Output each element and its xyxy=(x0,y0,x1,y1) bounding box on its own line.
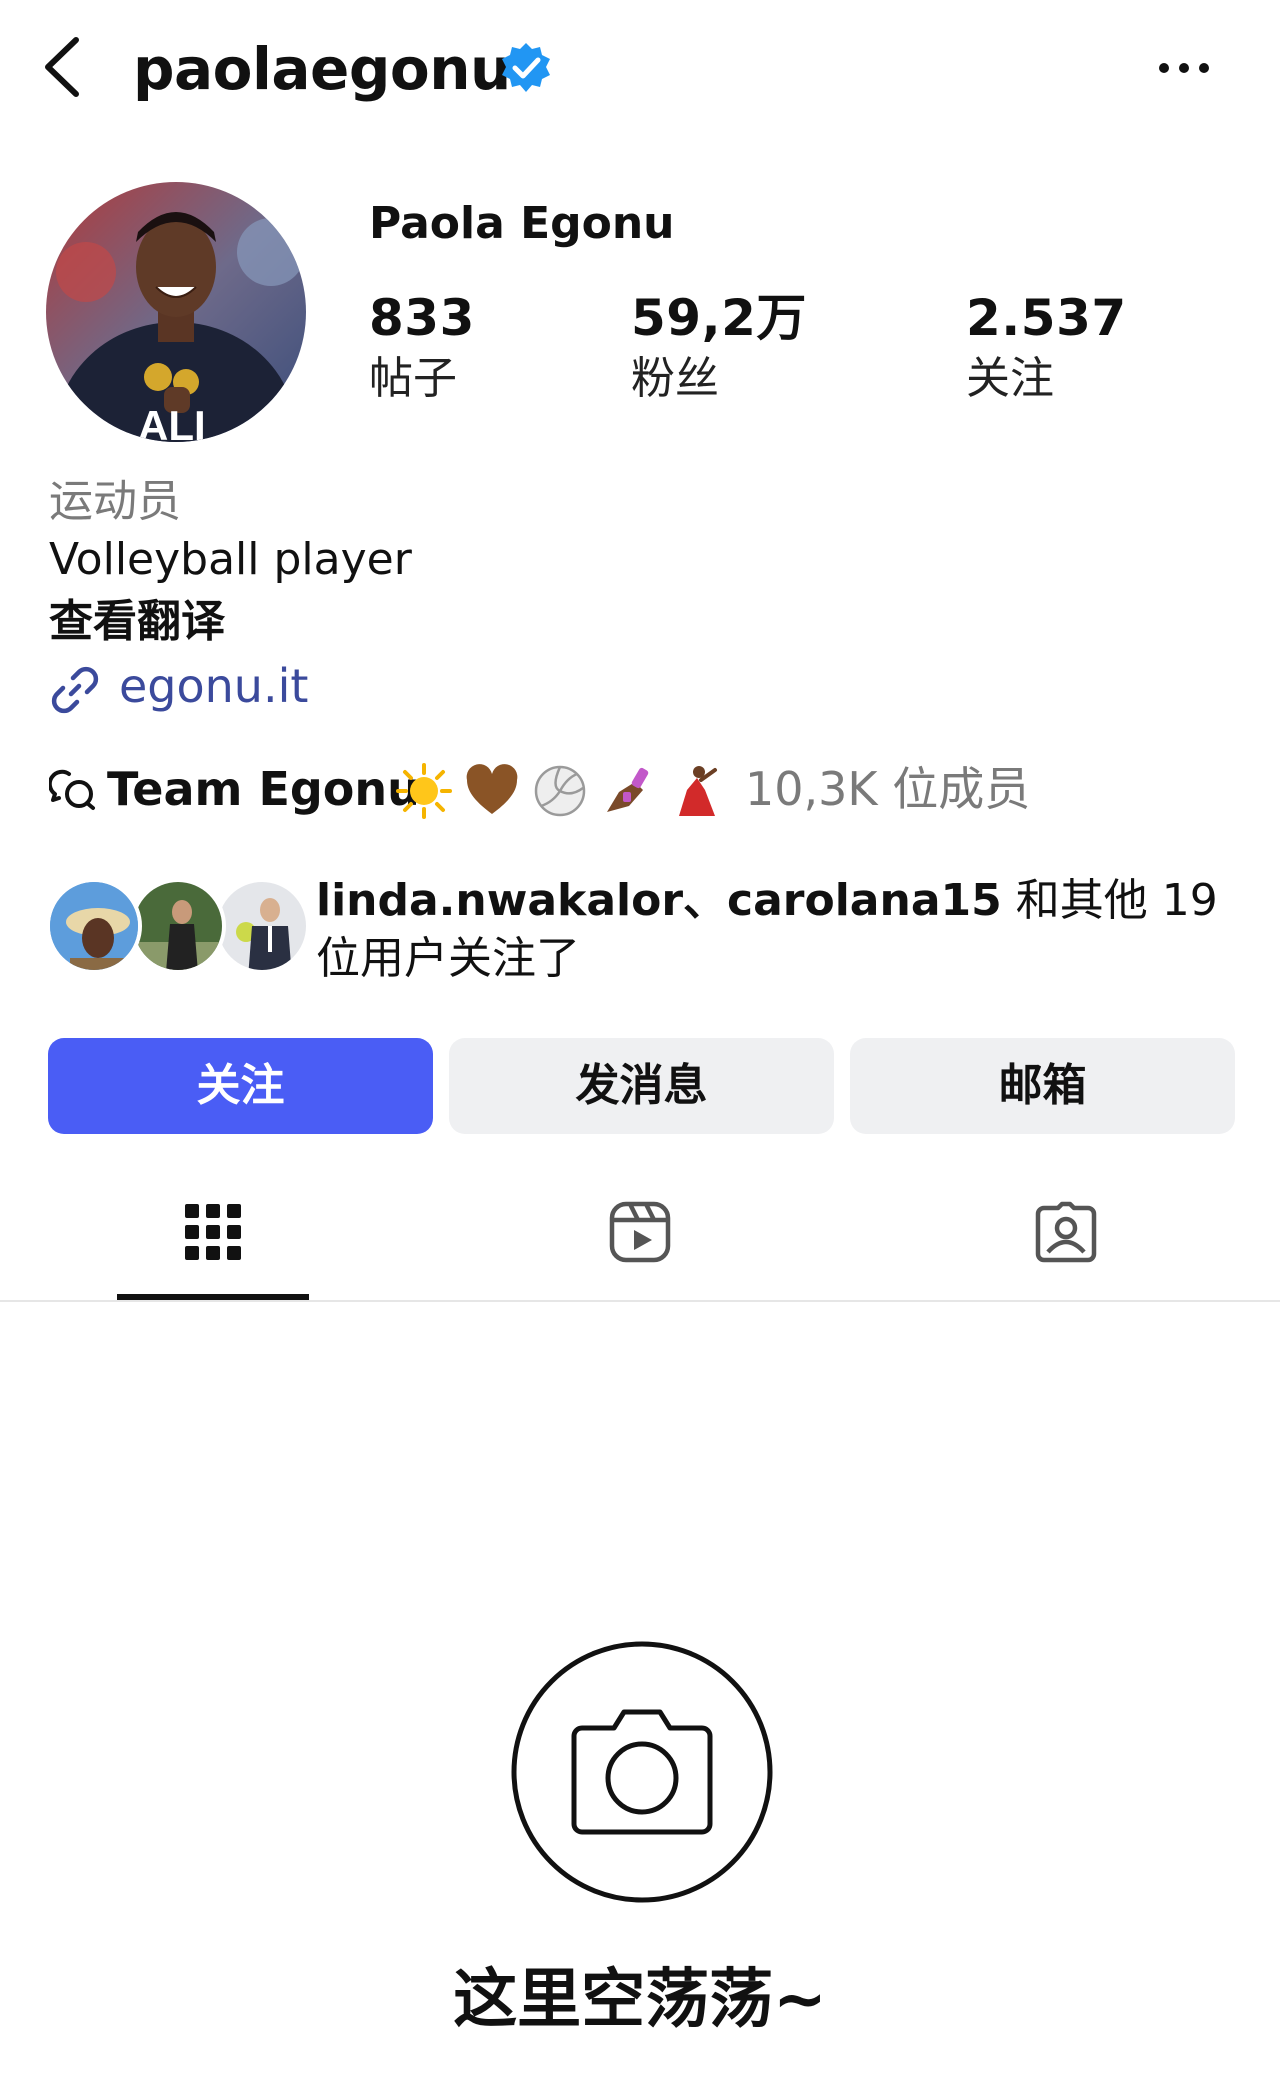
follow-button[interactable]: 关注 xyxy=(48,1038,433,1134)
profile-username: paolaegonu xyxy=(133,35,511,103)
channel-member-count: 10,3K 位成员 xyxy=(745,762,1031,816)
message-button[interactable]: 发消息 xyxy=(449,1038,834,1134)
camera-icon xyxy=(511,1641,773,1903)
volleyball-emoji-icon xyxy=(534,765,586,817)
profile-avatar[interactable]: ALI xyxy=(46,182,306,442)
tab-posts-grid[interactable] xyxy=(117,1180,309,1302)
followers-count: 59,2万 xyxy=(631,289,807,347)
chevron-left-icon xyxy=(45,37,79,97)
svg-text:ALI: ALI xyxy=(138,402,206,442)
mutual-followers-text: linda.nwakalor、carolana15 和其他 19 位用户关注了 xyxy=(316,872,1246,988)
more-options-button[interactable] xyxy=(1154,50,1214,86)
mutual-avatar xyxy=(130,878,226,974)
followers-label: 粉丝 xyxy=(631,353,719,404)
mutual-follower-names: linda.nwakalor、carolana15 xyxy=(316,875,1002,926)
link-icon xyxy=(51,666,99,714)
sun-emoji-icon xyxy=(396,763,452,819)
channel-name: Team Egonu xyxy=(107,762,420,816)
display-name: Paola Egonu xyxy=(369,198,675,249)
profile-tabs xyxy=(0,1180,1280,1302)
posts-label: 帖子 xyxy=(369,353,457,404)
tagged-user-icon xyxy=(1035,1201,1097,1263)
broadcast-channel[interactable]: Team Egonu 10,3K 位成员 xyxy=(49,758,1149,822)
tab-reels[interactable] xyxy=(544,1180,736,1302)
posts-count: 833 xyxy=(369,289,475,347)
empty-state-text: 这里空荡荡~ xyxy=(453,1963,827,2037)
profile-category: 运动员 xyxy=(49,476,181,527)
back-button[interactable] xyxy=(36,34,92,100)
brown-heart-emoji-icon xyxy=(466,764,518,814)
see-translation-link[interactable]: 查看翻译 xyxy=(49,594,225,650)
mutual-avatar xyxy=(46,878,142,974)
dancer-emoji-icon xyxy=(679,766,717,816)
website-link-text: egonu.it xyxy=(119,659,309,713)
stat-followers[interactable]: 59,2万 粉丝 xyxy=(631,286,807,408)
profile-bio: Volleyball player xyxy=(49,534,412,585)
profile-header: paolaegonu xyxy=(0,0,1280,140)
verified-badge-icon xyxy=(502,43,550,92)
grid-icon xyxy=(185,1204,241,1260)
reels-icon xyxy=(609,1201,671,1263)
following-label: 关注 xyxy=(966,353,1054,404)
tab-tagged[interactable] xyxy=(970,1180,1162,1302)
mutual-followers[interactable]: linda.nwakalor、carolana15 和其他 19 位用户关注了 xyxy=(46,872,1236,992)
channel-chat-icon xyxy=(49,769,95,810)
active-tab-indicator xyxy=(117,1294,309,1300)
mutual-avatar xyxy=(214,878,310,974)
more-dots-icon xyxy=(1159,63,1209,73)
email-button[interactable]: 邮箱 xyxy=(850,1038,1235,1134)
stat-posts[interactable]: 833 帖子 xyxy=(369,286,475,408)
nail-polish-emoji-icon xyxy=(607,767,649,812)
stat-following[interactable]: 2.537 关注 xyxy=(966,286,1127,408)
following-count: 2.537 xyxy=(966,289,1127,347)
